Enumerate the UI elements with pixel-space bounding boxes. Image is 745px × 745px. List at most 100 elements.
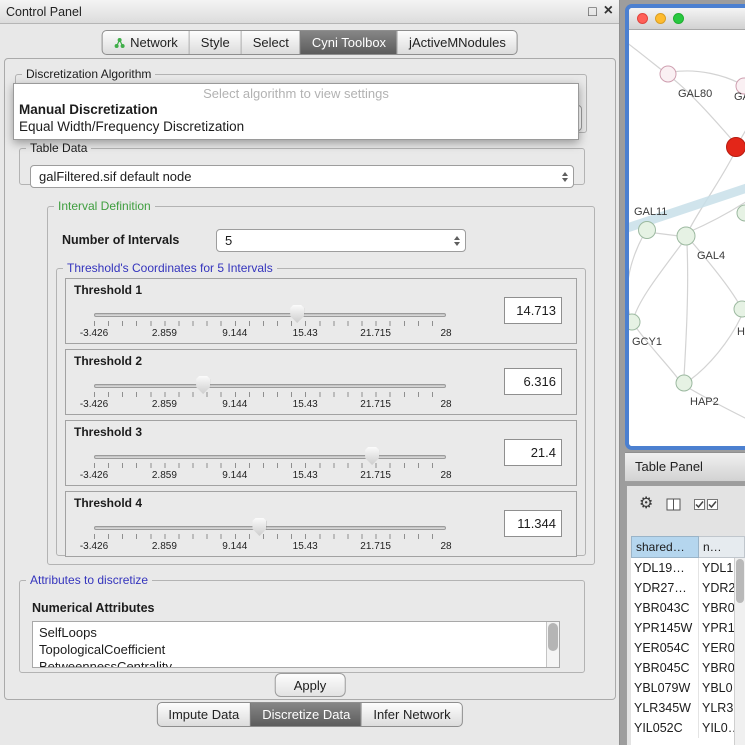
threshold-3-value-field[interactable]: 21.4 — [504, 439, 562, 466]
list-scrollbar[interactable] — [546, 622, 559, 667]
close-icon[interactable]: × — [604, 2, 613, 20]
table-scrollbar[interactable] — [734, 558, 745, 745]
tick-label: 2.859 — [152, 328, 177, 339]
tick-label: 2.859 — [152, 470, 177, 481]
control-panel-title: Control Panel — [6, 5, 82, 19]
table-cell[interactable]: YDL19… — [631, 558, 699, 578]
table-row[interactable]: YBR043CYBR0… — [631, 598, 745, 618]
number-of-intervals-label: Number of Intervals — [62, 233, 179, 247]
network-node[interactable] — [734, 301, 745, 317]
scrollbar-thumb[interactable] — [736, 559, 744, 603]
tick-label: -3.426 — [80, 328, 108, 339]
network-window-titlebar — [629, 8, 745, 30]
close-traffic-light-icon[interactable] — [637, 13, 648, 24]
tick-label: 28 — [440, 541, 451, 552]
scrollbar-thumb[interactable] — [548, 623, 558, 651]
dropdown-option-manual-discretization[interactable]: Manual Discretization — [14, 101, 578, 118]
table-panel-title: Table Panel — [625, 453, 745, 481]
checkbox-checked-icon[interactable] — [694, 499, 705, 510]
table-cell[interactable]: YER054C — [631, 638, 699, 658]
tab-label: jActiveMNodules — [409, 35, 506, 50]
network-node[interactable] — [677, 227, 695, 245]
threshold-3-slider[interactable]: -3.426 2.859 9.144 15.43 21.715 28 — [94, 445, 446, 483]
table-row[interactable]: YPR145WYPR1… — [631, 618, 745, 638]
table-data-combobox[interactable]: galFiltered.sif default node — [30, 165, 574, 188]
table-row[interactable]: YDR27…YDR2… — [631, 578, 745, 598]
slider-track[interactable] — [94, 526, 446, 530]
table-cell[interactable]: YPR145W — [631, 618, 699, 638]
table-row[interactable]: YBR045CYBR0… — [631, 658, 745, 678]
zoom-traffic-light-icon[interactable] — [673, 13, 684, 24]
threshold-2-value-field[interactable]: 6.316 — [504, 368, 562, 395]
list-item[interactable]: SelfLoops — [33, 624, 559, 641]
threshold-1-slider[interactable]: -3.426 2.859 9.144 15.43 21.715 28 — [94, 303, 446, 341]
table-cell[interactable]: YBR045C — [631, 658, 699, 678]
tab-infer-network[interactable]: Infer Network — [361, 703, 461, 726]
tick-label: 9.144 — [222, 399, 247, 410]
slider-ticks — [94, 463, 446, 468]
network-node[interactable] — [639, 222, 656, 239]
group-label: Attributes to discretize — [26, 573, 152, 587]
group-label: Threshold's Coordinates for 5 Intervals — [63, 261, 277, 275]
table-row[interactable]: YLR345WYLR3… — [631, 698, 745, 718]
threshold-4-slider[interactable]: -3.426 2.859 9.144 15.43 21.715 28 — [94, 516, 446, 554]
slider-track[interactable] — [94, 313, 446, 317]
list-item[interactable]: TopologicalCoefficient — [33, 641, 559, 658]
tick-label: 28 — [440, 470, 451, 481]
threshold-2-slider[interactable]: -3.426 2.859 9.144 15.43 21.715 28 — [94, 374, 446, 412]
tick-label: 2.859 — [152, 399, 177, 410]
tick-label: -3.426 — [80, 470, 108, 481]
table-cell[interactable]: YDR27… — [631, 578, 699, 598]
slider-track[interactable] — [94, 384, 446, 388]
tick-label: 21.715 — [360, 541, 391, 552]
tab-jactivemodules[interactable]: jActiveMNodules — [397, 31, 517, 54]
tick-label: -3.426 — [80, 399, 108, 410]
columns-icon[interactable] — [666, 498, 681, 511]
table-cell[interactable]: YIL052C — [631, 718, 699, 738]
table-row[interactable]: YDL19…YDL1… — [631, 558, 745, 578]
tab-label: Infer Network — [373, 707, 450, 722]
number-of-intervals-combobox[interactable]: 5 — [216, 229, 466, 252]
tab-impute-data[interactable]: Impute Data — [157, 703, 250, 726]
network-node[interactable] — [660, 66, 676, 82]
threshold-2-panel: Threshold 2 -3.426 2.859 9.144 15.43 21.… — [65, 349, 577, 415]
slider-track[interactable] — [94, 455, 446, 459]
apply-button[interactable]: Apply — [275, 673, 346, 697]
float-window-icon[interactable]: □ — [588, 3, 596, 19]
tick-label: 21.715 — [360, 470, 391, 481]
node-label: GAL80 — [678, 88, 712, 100]
table-row[interactable]: YER054CYER0… — [631, 638, 745, 658]
gear-icon[interactable]: ⚙ — [639, 495, 653, 513]
network-node[interactable] — [629, 314, 640, 330]
table-row[interactable]: YIL052CYIL0… — [631, 718, 745, 738]
tab-style[interactable]: Style — [189, 31, 241, 54]
tab-network[interactable]: Network — [102, 31, 189, 54]
tab-cyni-toolbox[interactable]: Cyni Toolbox — [300, 31, 397, 54]
table-cell[interactable]: YLR345W — [631, 698, 699, 718]
minimize-traffic-light-icon[interactable] — [655, 13, 666, 24]
threshold-4-value-field[interactable]: 11.344 — [504, 510, 562, 537]
network-node[interactable] — [737, 205, 745, 221]
table-toolbar: ⚙ — [639, 494, 718, 514]
network-node-selected[interactable] — [727, 138, 745, 157]
network-node[interactable] — [676, 375, 692, 391]
column-header-shared-name[interactable]: shared… — [631, 536, 699, 558]
tick-label: 9.144 — [222, 541, 247, 552]
tick-label: 15.43 — [293, 328, 318, 339]
tab-select[interactable]: Select — [241, 31, 300, 54]
threshold-1-value-field[interactable]: 14.713 — [504, 297, 562, 324]
table-cell[interactable]: YBL079W — [631, 678, 699, 698]
control-panel-tabs: Network Style Select Cyni Toolbox jActiv… — [101, 30, 518, 55]
tab-discretize-data[interactable]: Discretize Data — [250, 703, 361, 726]
table-data-group: Table Data galFiltered.sif default node — [19, 141, 585, 185]
combobox-stepper-icon — [454, 236, 460, 246]
table-row[interactable]: YBL079WYBL0… — [631, 678, 745, 698]
checkbox-checked-icon[interactable] — [707, 499, 718, 510]
column-header-name[interactable]: n… — [699, 536, 745, 558]
network-canvas[interactable]: GAL80 GA GAL11 GAL4 GCY1 H HAP2 — [629, 30, 745, 446]
table-data-value: galFiltered.sif default node — [39, 169, 558, 184]
dropdown-option-equal-width[interactable]: Equal Width/Frequency Discretization — [14, 118, 578, 135]
table-cell[interactable]: YBR043C — [631, 598, 699, 618]
tab-label: Impute Data — [168, 707, 239, 722]
list-item[interactable]: BetweennessCentrality — [33, 658, 559, 668]
